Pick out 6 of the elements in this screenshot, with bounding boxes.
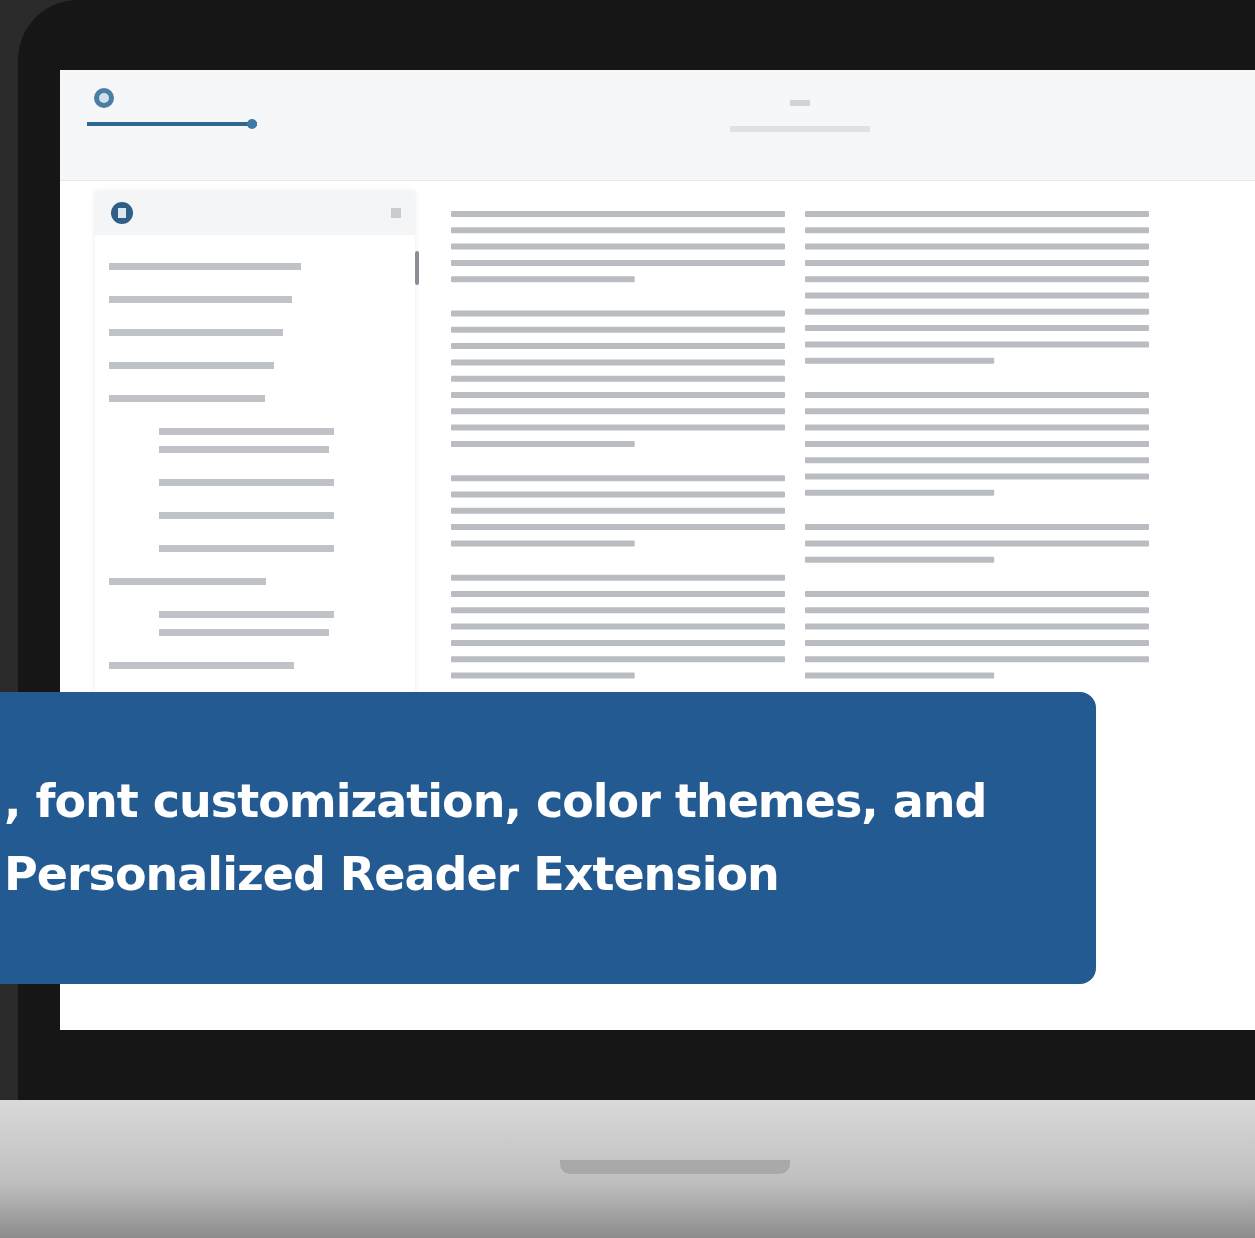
slider-thumb[interactable]: [247, 119, 257, 129]
banner-text: , font customization, color themes, and: [4, 776, 988, 827]
settings-icon[interactable]: [92, 86, 116, 110]
scrollbar[interactable]: [415, 251, 419, 285]
settings-icon[interactable]: [109, 200, 135, 226]
banner-text: Personalized Reader Extension: [4, 849, 780, 900]
